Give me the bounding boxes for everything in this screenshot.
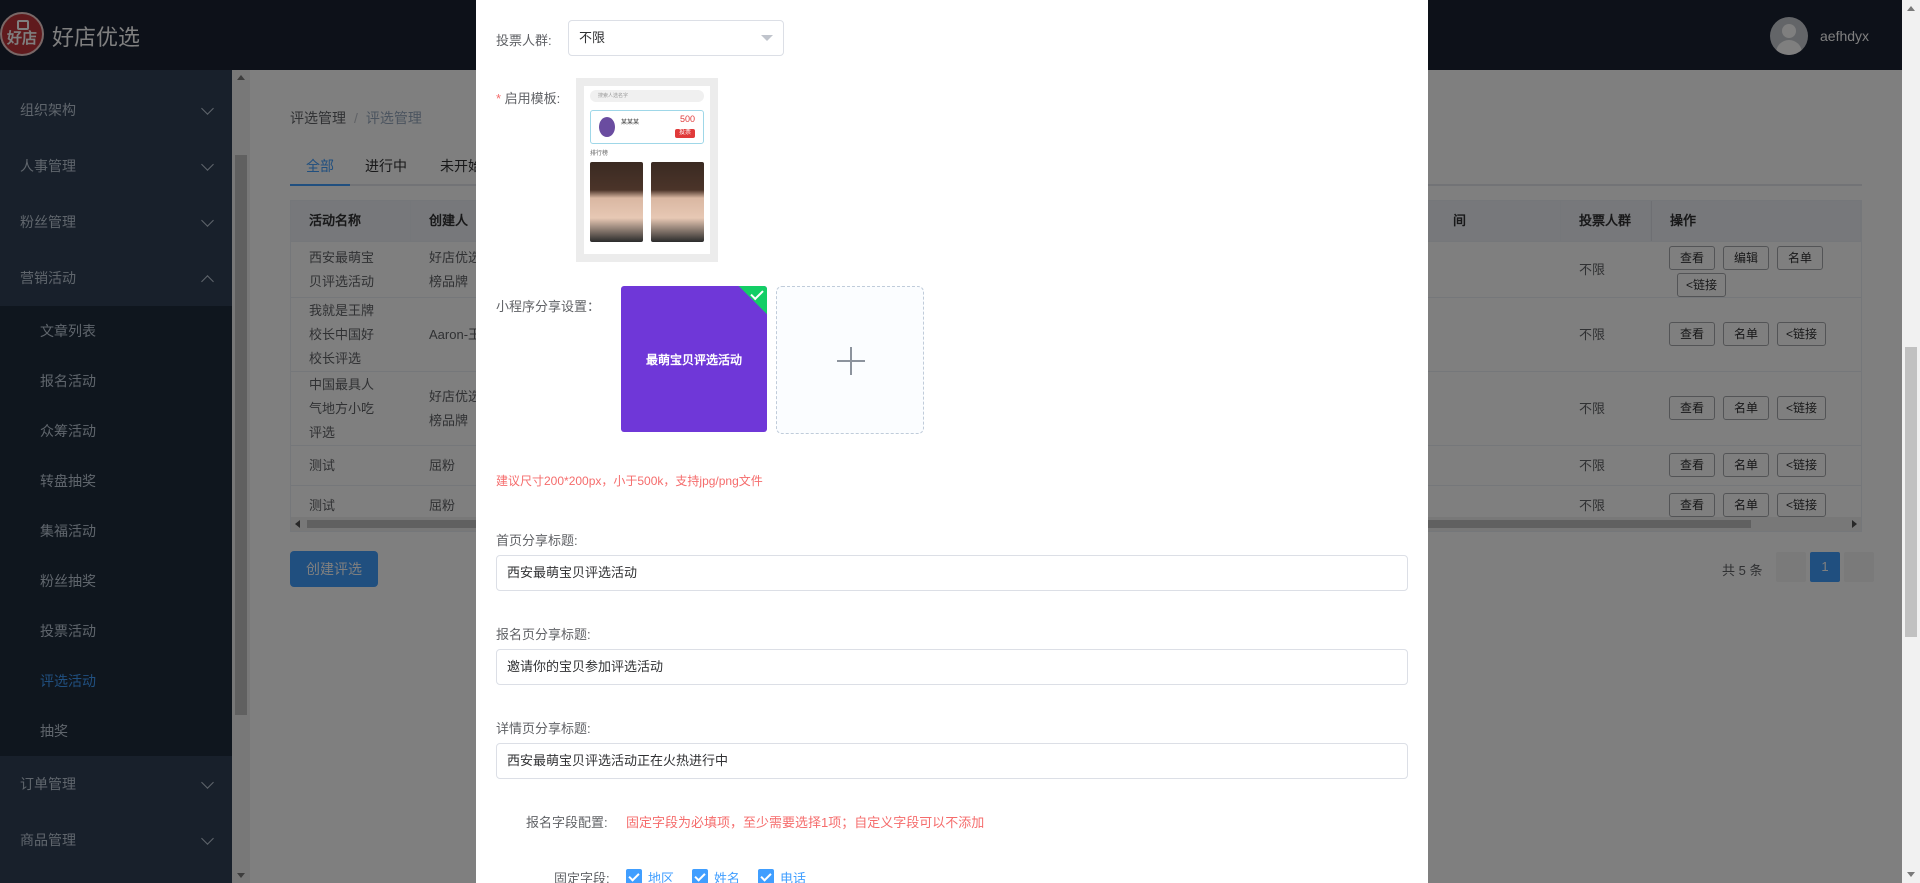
checkbox-name[interactable] [692,869,708,883]
checkbox-name-label[interactable]: 姓名 [714,868,740,883]
template-vote-button-label: 投票 [678,130,691,136]
image-size-hint: 建议尺寸200*200px，小于500k，支持jpg/png文件 [496,474,763,488]
crowd-select-value: 不限 [579,30,606,45]
signup-title-input[interactable]: 邀请你的宝贝参加评选活动 [496,649,1408,685]
home-title-input[interactable]: 西安最萌宝贝评选活动 [496,555,1408,591]
template-label-text: 启用模板: [504,91,561,106]
template-photo [651,162,704,242]
fixed-fields-label: 固定字段: [554,871,610,883]
detail-title-input[interactable]: 西安最萌宝贝评选活动正在火热进行中 [496,743,1408,779]
template-preview-screen: 搜索人选名字 某某某 500 投票 排行榜 [584,86,710,254]
upload-image-button[interactable] [776,286,924,434]
edit-selection-dialog: 投票人群: 不限 * 启用模板: 搜索人选名字 某某某 500 投票 排行榜 小… [476,0,1428,883]
signup-title-label: 报名页分享标题: [496,627,591,642]
template-vote-button: 投票 [675,129,695,138]
template-votes: 500 [679,114,695,124]
checkbox-phone-label[interactable]: 电话 [780,868,806,883]
template-contestant-card: 某某某 500 投票 [590,110,704,144]
page-scrollbar[interactable] [1902,0,1920,883]
template-search-bar: 搜索人选名字 [590,90,704,102]
field-config-hint: 固定字段为必填项，至少需要选择1项；自定义字段可以不添加 [626,815,985,830]
template-search-hint: 搜索人选名字 [598,93,629,99]
template-preview[interactable]: 搜索人选名字 某某某 500 投票 排行榜 [576,78,718,262]
template-label: * 启用模板: [496,91,561,106]
share-image[interactable]: 最萌宝贝评选活动 [621,286,767,432]
scrollbar-thumb[interactable] [1905,347,1917,637]
share-settings-label: 小程序分享设置： [496,299,601,314]
scroll-up-arrow-icon[interactable] [1907,6,1915,11]
detail-title-label: 详情页分享标题: [496,721,591,736]
crowd-label: 投票人群: [496,33,552,48]
checkbox-phone[interactable] [758,869,774,883]
template-avatar [599,117,615,137]
plus-icon [850,347,852,375]
template-photo [590,162,643,242]
share-image-text: 最萌宝贝评选活动 [645,352,742,367]
checkbox-region-label[interactable]: 地区 [648,868,674,883]
caret-down-icon [761,35,773,41]
scroll-down-arrow-icon[interactable] [1907,872,1915,877]
home-title-label: 首页分享标题: [496,533,578,548]
field-config-label: 报名字段配置: [526,815,608,830]
crowd-select[interactable]: 不限 [568,20,784,56]
template-contestant-name: 某某某 [621,120,640,126]
template-ranking-title: 排行榜 [590,151,609,157]
checkbox-region[interactable] [626,869,642,883]
